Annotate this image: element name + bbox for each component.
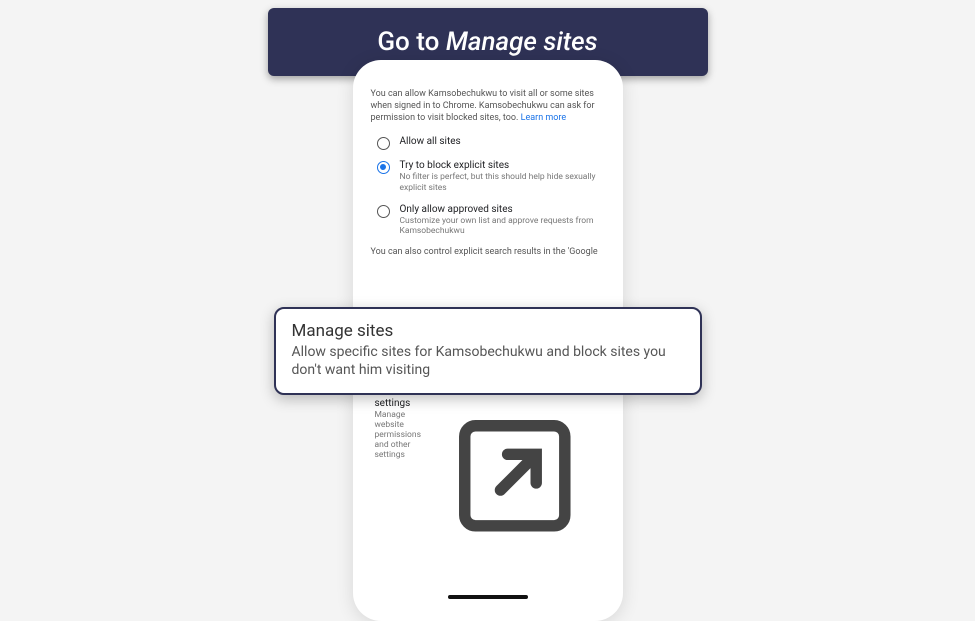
learn-more-link[interactable]: Learn more (521, 113, 567, 123)
option-block-explicit[interactable]: Try to block explicit sites No filter is… (371, 160, 605, 193)
option-desc: No filter is perfect, but this should he… (400, 172, 605, 193)
option-title: Allow all sites (400, 136, 461, 147)
option-title: Only allow approved sites (400, 204, 605, 215)
intro-text: You can allow Kamsobechukwu to visit all… (371, 88, 605, 124)
callout-desc: Allow specific sites for Kamsobechukwu a… (292, 343, 684, 379)
open-icon (429, 390, 601, 562)
radio-icon[interactable] (377, 205, 390, 218)
option-approved-only[interactable]: Only allow approved sites Customize your… (371, 204, 605, 237)
search-note: You can also control explicit search res… (371, 247, 605, 257)
callout-title: Manage sites (292, 321, 684, 341)
option-desc: Customize your own list and approve requ… (400, 216, 605, 237)
advanced-settings-row[interactable]: Advanced settings Manage website permiss… (371, 377, 605, 572)
option-allow-all[interactable]: Allow all sites (371, 136, 605, 150)
home-indicator (448, 595, 528, 599)
radio-icon[interactable] (377, 137, 390, 150)
manage-sites-callout: Manage sites Allow specific sites for Ka… (274, 307, 702, 395)
banner-text: Go to Manage sites (377, 27, 597, 57)
option-title: Try to block explicit sites (400, 160, 605, 171)
radio-icon[interactable] (377, 161, 390, 174)
advanced-desc: Manage website permissions and other set… (375, 410, 421, 460)
